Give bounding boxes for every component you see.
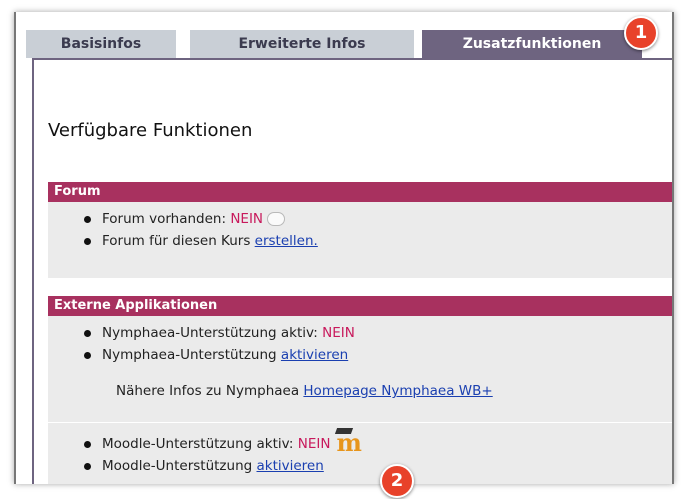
speech-bubble-icon [267, 212, 286, 226]
moodle-activate-prefix: Moodle-Unterstützung [102, 458, 257, 474]
screenshot-frame: Basisinfos Erweiterte Infos Zusatzfunkti… [14, 12, 674, 484]
forum-list: Forum vorhanden: NEIN Forum für diesen K… [48, 202, 672, 252]
list-item: Forum vorhanden: NEIN [48, 208, 672, 230]
moodle-activate-link[interactable]: aktivieren [257, 458, 324, 474]
nymphaea-homepage-link[interactable]: Homepage Nymphaea WB+ [303, 383, 492, 399]
tab-zusatzfunktionen[interactable]: Zusatzfunktionen [422, 30, 642, 58]
callout-badge-1: 1 [624, 16, 658, 50]
nymphaea-info: Nähere Infos zu Nymphaea Homepage Nympha… [48, 380, 672, 402]
nymphaea-info-prefix: Nähere Infos zu Nymphaea [116, 383, 304, 399]
moodle-list: Moodle-Unterstützung aktiv: NEIN m Moodle… [48, 428, 672, 477]
tab-bar: Basisinfos Erweiterte Infos Zusatzfunkti… [26, 30, 672, 58]
list-item: Moodle-Unterstützung aktivieren [48, 455, 672, 477]
nymphaea-list: Nymphaea-Unterstützung aktiv: NEIN Nymph… [48, 316, 672, 366]
forum-exists-label: Forum vorhanden: [102, 211, 231, 227]
forum-exists-value: NEIN [230, 211, 264, 227]
forum-section-header: Forum [48, 182, 672, 202]
moodle-active-label: Moodle-Unterstützung aktiv: [102, 436, 298, 452]
forum-create-link[interactable]: erstellen. [255, 233, 318, 249]
divider [48, 422, 672, 423]
list-item: Nymphaea-Unterstützung aktiv: NEIN [48, 322, 672, 344]
external-apps-section: Externe Applikationen Nymphaea-Unterstüt… [48, 296, 672, 484]
tab-basisinfos[interactable]: Basisinfos [26, 30, 176, 58]
nymphaea-activate-prefix: Nymphaea-Unterstützung [102, 347, 281, 363]
list-item: Nymphaea-Unterstützung aktivieren [48, 344, 672, 366]
list-item: Forum für diesen Kurs erstellen. [48, 230, 672, 252]
nymphaea-active-value: NEIN [322, 325, 355, 341]
nymphaea-activate-link[interactable]: aktivieren [281, 347, 348, 363]
list-item: Moodle-Unterstützung aktiv: NEIN m [48, 428, 672, 455]
moodle-logo-icon: m [335, 428, 362, 455]
moodle-active-value: NEIN [297, 436, 331, 452]
forum-section: Forum Forum vorhanden: NEIN Forum für di… [48, 182, 672, 278]
external-apps-header: Externe Applikationen [48, 296, 672, 316]
graduation-cap-icon [335, 428, 354, 434]
page-title: Verfügbare Funktionen [48, 120, 253, 141]
callout-badge-2: 2 [380, 464, 414, 498]
forum-create-prefix: Forum für diesen Kurs [102, 233, 255, 249]
content-panel: Verfügbare Funktionen Forum Forum vorhan… [32, 58, 672, 484]
tab-erweiterte-infos[interactable]: Erweiterte Infos [190, 30, 414, 58]
nymphaea-active-label: Nymphaea-Unterstützung aktiv: [102, 325, 323, 341]
